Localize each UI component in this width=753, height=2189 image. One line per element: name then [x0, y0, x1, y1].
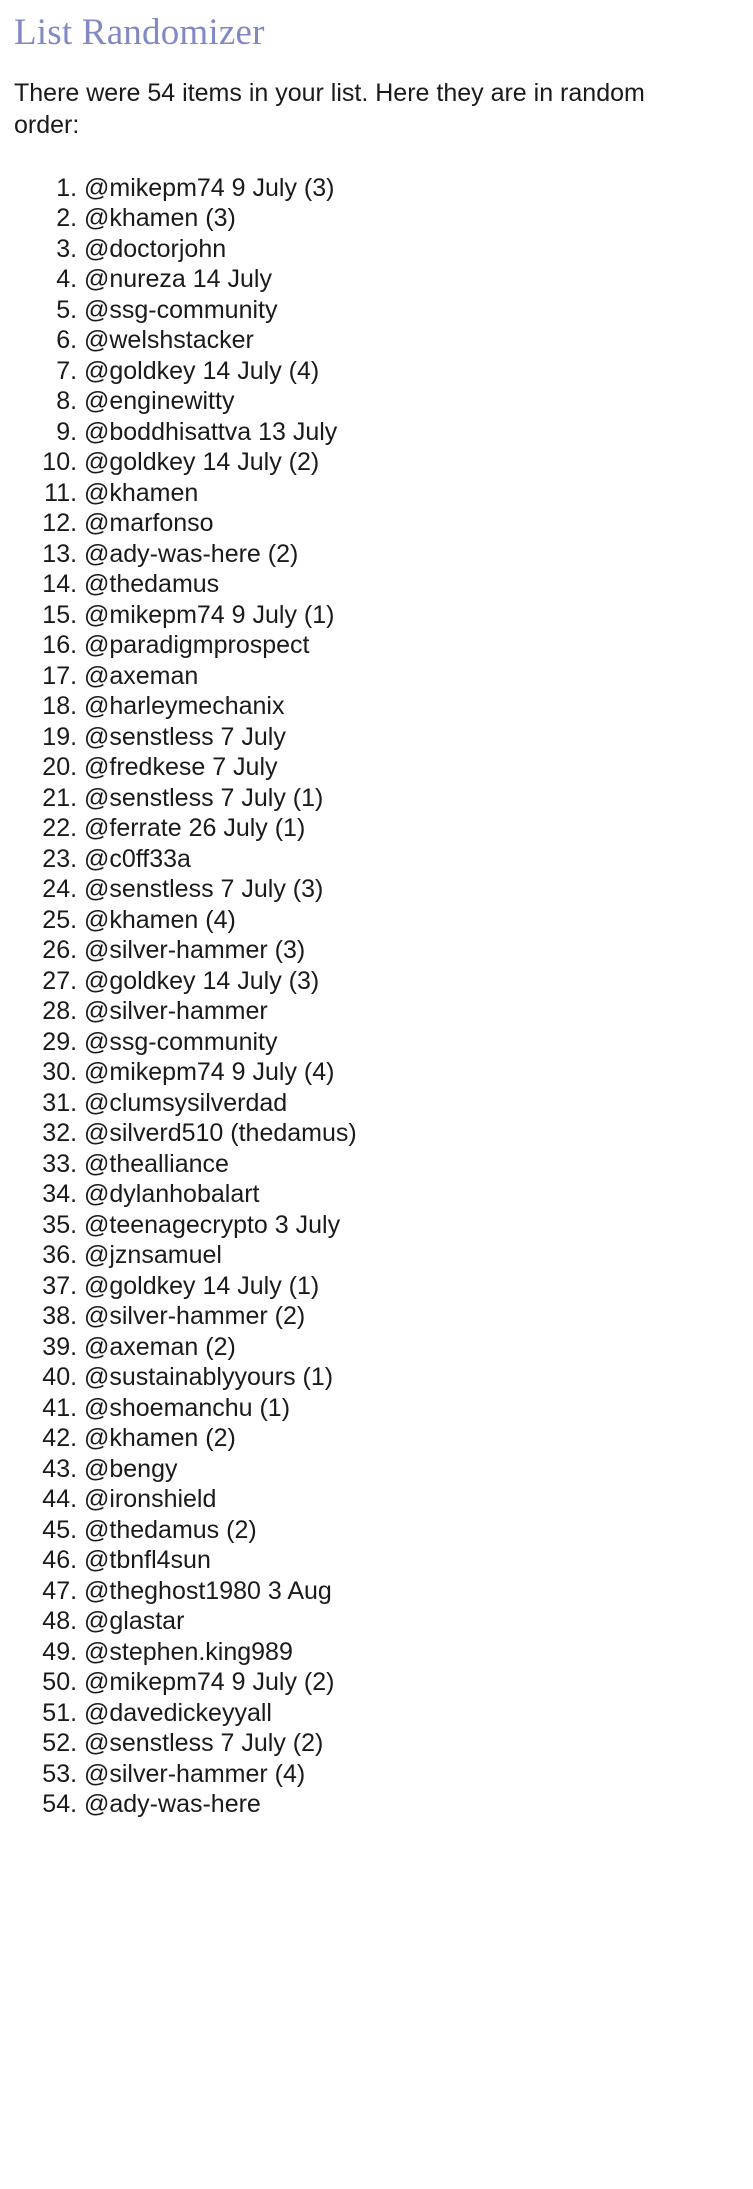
list-item: @c0ff33a: [84, 846, 739, 873]
list-item: @doctorjohn: [84, 236, 739, 263]
list-item: @senstless 7 July (1): [84, 785, 739, 812]
list-item: @boddhisattva 13 July: [84, 419, 739, 446]
list-item: @thedamus: [84, 571, 739, 598]
list-item: @senstless 7 July: [84, 724, 739, 751]
list-item: @mikepm74 9 July (3): [84, 175, 739, 202]
list-item: @thedamus (2): [84, 1517, 739, 1544]
list-item: @thealliance: [84, 1151, 739, 1178]
list-item: @silver-hammer: [84, 998, 739, 1025]
page-container: List Randomizer There were 54 items in y…: [0, 0, 753, 1818]
randomized-list: @mikepm74 9 July (3) @khamen (3) @doctorjo…: [14, 175, 739, 1818]
list-item: @ady-was-here (2): [84, 541, 739, 568]
list-item: @ssg-community: [84, 297, 739, 324]
list-item: @marfonso: [84, 510, 739, 537]
list-item: @axeman (2): [84, 1334, 739, 1361]
list-item: @teenagecrypto 3 July: [84, 1212, 739, 1239]
list-item: @glastar: [84, 1608, 739, 1635]
page-title: List Randomizer: [14, 12, 265, 53]
list-item: @harleymechanix: [84, 693, 739, 720]
list-item: @sustainablyyours (1): [84, 1364, 739, 1391]
list-item: @khamen (3): [84, 205, 739, 232]
list-item: @silver-hammer (4): [84, 1761, 739, 1788]
list-item: @silver-hammer (3): [84, 937, 739, 964]
list-item: @mikepm74 9 July (4): [84, 1059, 739, 1086]
list-item: @silver-hammer (2): [84, 1303, 739, 1330]
list-item: @goldkey 14 July (2): [84, 449, 739, 476]
list-item: @ady-was-here: [84, 1791, 739, 1818]
list-item: @shoemanchu (1): [84, 1395, 739, 1422]
list-item: @mikepm74 9 July (2): [84, 1669, 739, 1696]
list-item: @bengy: [84, 1456, 739, 1483]
list-item: @goldkey 14 July (3): [84, 968, 739, 995]
list-item: @nureza 14 July: [84, 266, 739, 293]
intro-text: There were 54 items in your list. Here t…: [14, 78, 645, 139]
list-item: @dylanhobalart: [84, 1181, 739, 1208]
list-item: @khamen (4): [84, 907, 739, 934]
list-item: @khamen (2): [84, 1425, 739, 1452]
list-item: @ferrate 26 July (1): [84, 815, 739, 842]
list-item: @davedickeyyall: [84, 1700, 739, 1727]
list-item: @senstless 7 July (2): [84, 1730, 739, 1757]
list-item: @stephen.king989: [84, 1639, 739, 1666]
list-item: @welshstacker: [84, 327, 739, 354]
list-item: @khamen: [84, 480, 739, 507]
list-item: @jznsamuel: [84, 1242, 739, 1269]
list-item: @fredkese 7 July: [84, 754, 739, 781]
list-item: @theghost1980 3 Aug: [84, 1578, 739, 1605]
list-item: @tbnfl4sun: [84, 1547, 739, 1574]
list-item: @axeman: [84, 663, 739, 690]
list-item: @enginewitty: [84, 388, 739, 415]
list-item: @ironshield: [84, 1486, 739, 1513]
list-item: @silverd510 (thedamus): [84, 1120, 739, 1147]
list-item: @goldkey 14 July (4): [84, 358, 739, 385]
list-item: @clumsysilverdad: [84, 1090, 739, 1117]
list-item: @goldkey 14 July (1): [84, 1273, 739, 1300]
list-item: @senstless 7 July (3): [84, 876, 739, 903]
list-item: @paradigmprospect: [84, 632, 739, 659]
list-item: @ssg-community: [84, 1029, 739, 1056]
list-item: @mikepm74 9 July (1): [84, 602, 739, 629]
